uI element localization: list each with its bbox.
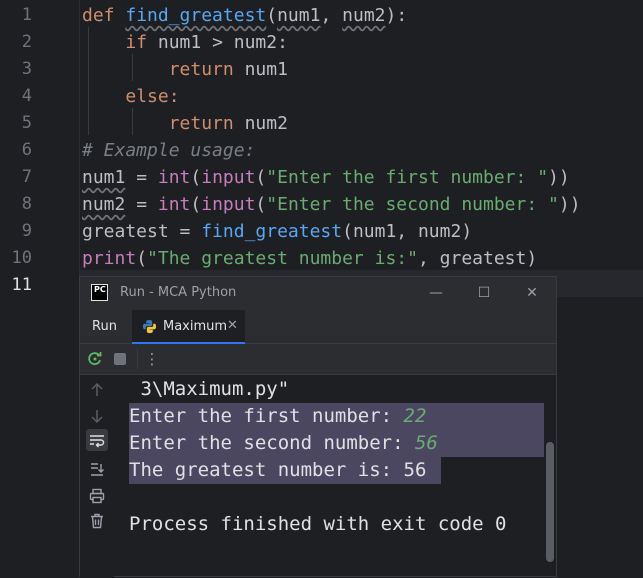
tab-label: Maximum [163, 319, 228, 334]
scroll-to-end-icon[interactable] [88, 460, 106, 478]
line-number-current: 11 [11, 275, 32, 295]
punct: ( [266, 5, 278, 26]
expression: num2 [233, 113, 288, 134]
run-label: Run [92, 319, 117, 334]
trash-icon[interactable] [88, 512, 106, 530]
user-input: 22 [403, 405, 427, 427]
builtin: input [201, 167, 256, 188]
string: "The greatest number is:" [147, 248, 418, 269]
punct: ( [136, 248, 148, 269]
function-call: find_greatest [201, 221, 343, 242]
comment: # Example usage: [82, 140, 256, 161]
line-number: 2 [21, 32, 32, 52]
tab-maximum[interactable]: Maximum ✕ [132, 310, 245, 344]
code-line-5[interactable]: return num2 [82, 110, 288, 137]
minimize-button[interactable]: — [426, 283, 446, 303]
line-number: 4 [21, 86, 32, 106]
console-side-toolbar [80, 375, 114, 578]
variable: num2 [82, 194, 126, 215]
scroll-up-icon[interactable] [88, 381, 106, 399]
line-number: 1 [21, 5, 32, 25]
keyword: return [168, 113, 234, 134]
operator: = [125, 194, 158, 215]
string: "Enter the second number: " [266, 194, 559, 215]
keyword: if [125, 32, 148, 53]
python-icon [142, 319, 157, 334]
line-number-gutter: 1 2 3 4 5 6 7 8 9 10 11 [0, 0, 80, 577]
arguments: (num1, num2) [342, 221, 473, 242]
punct: , [320, 5, 343, 26]
console-line-prompt1: Enter the first number: 22 [129, 403, 426, 430]
builtin: int [157, 167, 191, 188]
expression: num1 > num2: [147, 32, 288, 53]
prompt-text: Enter the second number: [129, 432, 415, 454]
code-line-2[interactable]: if num1 > num2: [82, 29, 288, 56]
line-number: 10 [11, 248, 32, 268]
run-toolbar: ⋮ [80, 344, 556, 375]
punct: ): [385, 5, 408, 26]
prompt-text: Enter the first number: [129, 405, 404, 427]
line-number: 6 [21, 140, 32, 160]
param: num1 [277, 5, 321, 26]
code-line-8[interactable]: num2 = int(input("Enter the second numbe… [82, 191, 581, 218]
close-window-button[interactable]: ✕ [522, 283, 542, 303]
operator: = [125, 167, 158, 188]
console-line-finished: Process finished with exit code 0 [129, 513, 507, 535]
console-line-result: The greatest number is: 56 [129, 459, 427, 481]
console-line-path: 3\Maximum.py" [129, 378, 290, 400]
tab-close-icon[interactable]: ✕ [227, 318, 238, 333]
arguments: , greatest) [417, 248, 538, 269]
console-scrollbar-thumb[interactable] [546, 442, 554, 562]
console-line-prompt2: Enter the second number: 56 [129, 430, 438, 457]
code-line-9[interactable]: greatest = find_greatest(num1, num2) [82, 218, 472, 245]
punct: ( [190, 194, 202, 215]
code-line-10[interactable]: print("The greatest number is:", greates… [82, 245, 537, 272]
line-number: 3 [21, 59, 32, 79]
more-icon[interactable]: ⋮ [143, 350, 161, 368]
print-icon[interactable] [88, 487, 106, 505]
run-tool-window[interactable]: PC Run - MCA Python — ☐ ✕ Run Maximum ✕ … [79, 276, 557, 578]
toolbar-separator [137, 349, 138, 369]
code-line-1[interactable]: def find_greatest(num1, num2): [82, 2, 407, 29]
punct: ( [255, 194, 267, 215]
line-number: 5 [21, 113, 32, 133]
keyword: def [82, 5, 115, 26]
code-line-7[interactable]: num1 = int(input("Enter the first number… [82, 164, 570, 191]
builtin: int [157, 194, 191, 215]
soft-wrap-icon[interactable] [86, 429, 108, 451]
run-tab-bar: Run Maximum ✕ [80, 310, 556, 344]
scroll-down-icon[interactable] [88, 407, 106, 425]
builtin: print [82, 248, 137, 269]
code-line-6[interactable]: # Example usage: [82, 137, 255, 164]
keyword: return [168, 59, 234, 80]
console-output[interactable]: , 3\Maximum.py" Enter the first number: … [114, 375, 544, 578]
rerun-icon[interactable] [86, 350, 104, 368]
function-name: find_greatest [125, 5, 267, 26]
user-input: 56 [414, 432, 438, 454]
punct: ( [255, 167, 267, 188]
punct: ( [190, 167, 202, 188]
line-number: 8 [21, 194, 32, 214]
keyword: else: [125, 86, 180, 107]
punct: )) [558, 194, 581, 215]
variable: num1 [82, 167, 126, 188]
run-window-titlebar[interactable]: PC Run - MCA Python — ☐ ✕ [80, 277, 556, 310]
expression: num1 [233, 59, 288, 80]
line-number: 9 [21, 221, 32, 241]
window-title: Run - MCA Python [120, 285, 237, 300]
maximize-button[interactable]: ☐ [474, 283, 494, 303]
stop-icon[interactable] [111, 350, 129, 368]
pycharm-logo-icon: PC [91, 284, 108, 301]
code-line-3[interactable]: return num1 [82, 56, 288, 83]
variable: greatest [82, 221, 169, 242]
code-line-4[interactable]: else: [82, 83, 180, 110]
operator: = [168, 221, 202, 242]
line-number: 7 [21, 167, 32, 187]
param: num2 [342, 5, 386, 26]
punct: )) [548, 167, 570, 188]
builtin: input [201, 194, 256, 215]
string: "Enter the first number: " [266, 167, 549, 188]
